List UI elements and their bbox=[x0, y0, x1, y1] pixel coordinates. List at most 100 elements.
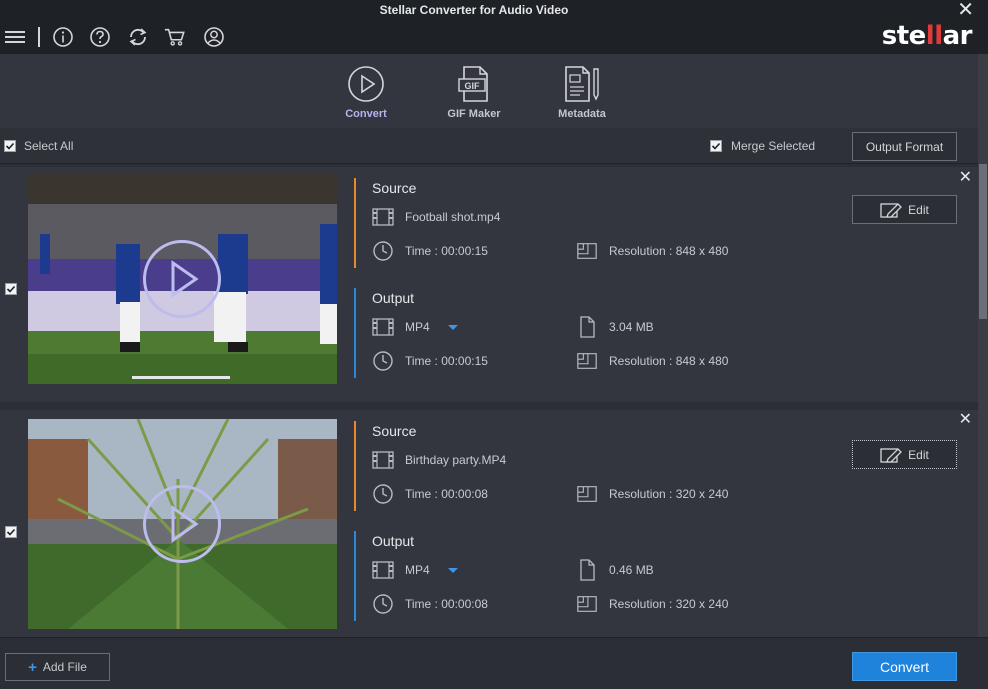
file-1-checkbox[interactable] bbox=[5, 283, 17, 295]
clock-icon bbox=[372, 241, 394, 261]
output-format-text-2: MP4 bbox=[405, 563, 430, 577]
resolution-icon bbox=[576, 351, 598, 371]
output-format-button[interactable]: Output Format bbox=[852, 132, 957, 161]
source-title-2: Source bbox=[372, 423, 417, 439]
account-icon[interactable] bbox=[203, 26, 225, 48]
film-icon bbox=[372, 450, 394, 470]
title-bar: Stellar Converter for Audio Video ✕ bbox=[0, 0, 988, 22]
edit-icon bbox=[880, 202, 903, 218]
playback-progress-1[interactable] bbox=[132, 376, 230, 379]
file-icon bbox=[576, 559, 598, 581]
play-button-1[interactable] bbox=[143, 240, 221, 318]
film-icon bbox=[372, 560, 394, 580]
output-title-2: Output bbox=[372, 533, 415, 549]
plus-icon: + bbox=[28, 658, 37, 676]
output-format-text-1: MP4 bbox=[405, 320, 430, 334]
output-resolution-text-1: Resolution : 848 x 480 bbox=[609, 354, 729, 368]
source-resolution-text-2: Resolution : 320 x 240 bbox=[609, 487, 729, 501]
scrollbar-thumb[interactable] bbox=[979, 164, 987, 319]
selection-bar: Select All Merge Selected Output Format bbox=[0, 128, 978, 164]
file-list: ✕ Source Football shot.mp4 Time: 00:00:… bbox=[0, 164, 978, 637]
svg-text:GIF: GIF bbox=[465, 81, 481, 91]
resolution-icon bbox=[576, 484, 598, 504]
output-title-1: Output bbox=[372, 290, 415, 306]
file-item-1: ✕ Source Football shot.mp4 Time: 00:00:… bbox=[0, 167, 978, 402]
edit-file-2-button[interactable]: Edit bbox=[852, 440, 957, 469]
output-resolution-1: Resolution : 848 x 480 bbox=[576, 351, 728, 371]
source-time-text-1: Time : 00:00:15 bbox=[405, 244, 488, 258]
source-marker-2 bbox=[354, 421, 356, 511]
film-icon bbox=[372, 317, 394, 337]
play-circle-icon bbox=[321, 64, 411, 104]
file-icon bbox=[576, 316, 598, 338]
output-marker-1 bbox=[354, 288, 356, 378]
clock-icon bbox=[372, 484, 394, 504]
info-icon[interactable] bbox=[52, 26, 74, 48]
source-resolution-text-1: Resolution : 848 x 480 bbox=[609, 244, 729, 258]
remove-file-2-button[interactable]: ✕ bbox=[959, 412, 972, 428]
format-dropdown-arrow-2[interactable] bbox=[447, 567, 458, 573]
toolbar-separator bbox=[38, 27, 40, 47]
file-item-2: ✕ Source Birthday party.MP4 Time: 00:00… bbox=[0, 410, 978, 637]
file-2-checkbox[interactable] bbox=[5, 526, 17, 538]
window-title: Stellar Converter for Audio Video bbox=[379, 3, 569, 17]
source-filename-1: Football shot.mp4 bbox=[372, 207, 500, 227]
add-file-label: Add File bbox=[42, 660, 87, 674]
select-all-label: Select All bbox=[24, 139, 74, 153]
video-thumbnail-2[interactable] bbox=[28, 419, 337, 629]
output-size-text-1: 3.04 MB bbox=[609, 320, 654, 334]
metadata-icon bbox=[537, 64, 627, 104]
resolution-icon bbox=[576, 594, 598, 614]
edit-file-1-button[interactable]: Edit bbox=[852, 195, 957, 224]
play-button-2[interactable] bbox=[143, 485, 221, 563]
source-time-1: Time : 00:00:15 bbox=[372, 241, 488, 261]
tab-gif-maker[interactable]: GIF GIF Maker bbox=[429, 64, 519, 120]
top-toolbar: stellar bbox=[0, 20, 988, 54]
remove-file-1-button[interactable]: ✕ bbox=[959, 170, 972, 186]
video-thumbnail-1[interactable] bbox=[28, 174, 337, 384]
output-time-1: Time : 00:00:15 bbox=[372, 351, 488, 371]
cart-icon[interactable] bbox=[164, 26, 186, 48]
film-icon bbox=[372, 207, 394, 227]
output-time-text-1: Time : 00:00:15 bbox=[405, 354, 488, 368]
source-time-2: Time : 00:00:08 bbox=[372, 484, 488, 504]
help-icon[interactable] bbox=[89, 26, 111, 48]
close-window-button[interactable]: ✕ bbox=[957, 0, 974, 22]
resolution-icon bbox=[576, 241, 598, 261]
gif-file-icon: GIF bbox=[429, 64, 519, 104]
tab-metadata-label: Metadata bbox=[558, 108, 606, 120]
footer-bar: + Add File Convert bbox=[0, 637, 988, 689]
add-file-button[interactable]: + Add File bbox=[5, 653, 110, 681]
tab-gif-maker-label: GIF Maker bbox=[447, 108, 501, 120]
hamburger-menu-icon[interactable] bbox=[4, 26, 26, 48]
merge-selected-checkbox[interactable] bbox=[710, 140, 722, 152]
output-resolution-text-2: Resolution : 320 x 240 bbox=[609, 597, 729, 611]
edit-label-1: Edit bbox=[908, 202, 929, 217]
output-resolution-2: Resolution : 320 x 240 bbox=[576, 594, 728, 614]
output-time-2: Time : 00:00:08 bbox=[372, 594, 488, 614]
stellar-logo: stellar bbox=[881, 21, 973, 51]
output-size-2: 0.46 MB bbox=[576, 559, 654, 581]
output-time-text-2: Time : 00:00:08 bbox=[405, 597, 488, 611]
convert-button[interactable]: Convert bbox=[852, 652, 957, 681]
source-filename-2: Birthday party.MP4 bbox=[372, 450, 506, 470]
source-resolution-1: Resolution : 848 x 480 bbox=[576, 241, 728, 261]
edit-icon bbox=[880, 447, 903, 463]
output-format-1[interactable]: MP4 bbox=[372, 317, 458, 337]
format-dropdown-arrow-1[interactable] bbox=[447, 324, 458, 330]
source-time-text-2: Time : 00:00:08 bbox=[405, 487, 488, 501]
output-format-2[interactable]: MP4 bbox=[372, 560, 458, 580]
clock-icon bbox=[372, 351, 394, 371]
tab-convert[interactable]: Convert bbox=[321, 64, 411, 120]
merge-selected-label: Merge Selected bbox=[731, 139, 816, 153]
tab-convert-label: Convert bbox=[345, 108, 387, 120]
scrollbar-track[interactable] bbox=[978, 54, 988, 637]
output-size-1: 3.04 MB bbox=[576, 316, 654, 338]
tab-metadata[interactable]: Metadata bbox=[537, 64, 627, 120]
source-filename-text-1: Football shot.mp4 bbox=[405, 210, 501, 224]
output-marker-2 bbox=[354, 531, 356, 621]
source-title-1: Source bbox=[372, 180, 417, 196]
update-icon[interactable] bbox=[127, 26, 149, 48]
output-size-text-2: 0.46 MB bbox=[609, 563, 654, 577]
select-all-checkbox[interactable] bbox=[4, 140, 16, 152]
